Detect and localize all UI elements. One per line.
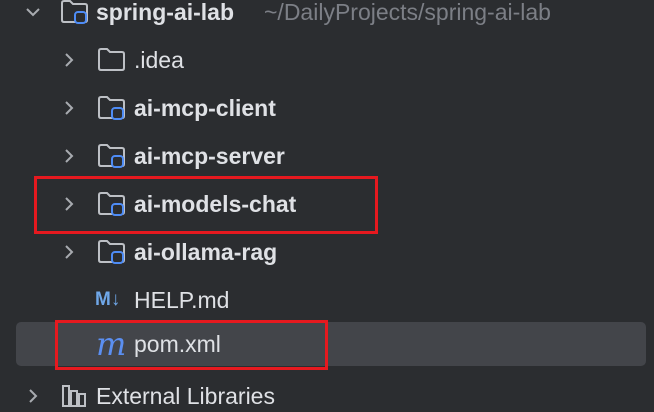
- module-folder-icon: [98, 96, 125, 120]
- chevron-right-icon[interactable]: [60, 51, 78, 69]
- tree-item-label: HELP.md: [134, 287, 230, 313]
- tree-item-label: .idea: [134, 47, 184, 73]
- project-name: spring-ai-lab: [96, 0, 235, 25]
- project-path: ~/DailyProjects/spring-ai-lab: [264, 0, 551, 25]
- tree-row-ai-ollama-rag[interactable]: ai-ollama-rag: [0, 230, 654, 274]
- tree-row-project-root[interactable]: spring-ai-lab ~/DailyProjects/spring-ai-…: [0, 0, 654, 34]
- tree-row-external-libraries[interactable]: External Libraries: [0, 374, 654, 412]
- chevron-right-icon[interactable]: [60, 99, 78, 117]
- chevron-right-icon[interactable]: [60, 243, 78, 261]
- tree-row-ai-mcp-client[interactable]: ai-mcp-client: [0, 86, 654, 130]
- tree-item-label: ai-mcp-client: [134, 95, 276, 121]
- chevron-right-icon[interactable]: [24, 387, 42, 405]
- tree-item-label: ai-mcp-server: [134, 143, 285, 169]
- annotation-box-ai-models-chat: [34, 176, 378, 234]
- library-icon: [62, 385, 86, 407]
- annotation-box-pom-xml: [55, 320, 328, 370]
- module-folder-icon: [61, 0, 88, 24]
- module-folder-icon: [98, 240, 125, 264]
- tree-row-ai-mcp-server[interactable]: ai-mcp-server: [0, 134, 654, 178]
- folder-icon: [98, 48, 125, 71]
- chevron-right-icon[interactable]: [60, 147, 78, 165]
- tree-row-help-md[interactable]: M↓ HELP.md: [0, 278, 654, 322]
- module-folder-icon: [98, 144, 125, 168]
- tree-item-label: External Libraries: [96, 383, 275, 409]
- tree-row-idea[interactable]: .idea: [0, 38, 654, 82]
- markdown-icon: M↓: [95, 289, 121, 310]
- project-tree: spring-ai-lab ~/DailyProjects/spring-ai-…: [0, 0, 654, 412]
- chevron-down-icon[interactable]: [24, 3, 42, 21]
- tree-item-label: ai-ollama-rag: [134, 239, 278, 265]
